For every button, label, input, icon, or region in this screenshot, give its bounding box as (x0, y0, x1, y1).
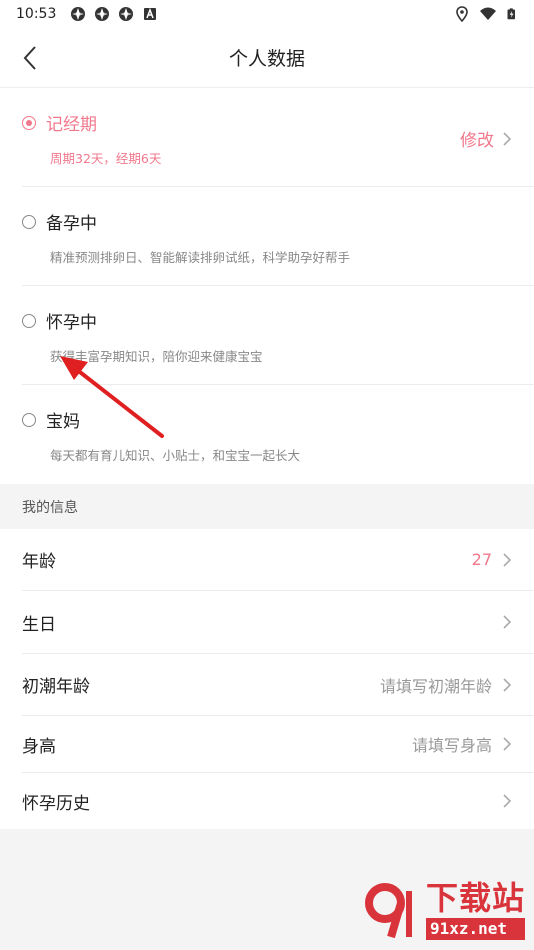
info-row-birthday[interactable]: 生日 (22, 591, 534, 654)
option-title: 宝妈 (46, 412, 80, 432)
status-option-preparing[interactable]: 备孕中 精准预测排卵日、智能解读排卵试纸，科学助孕好帮手 (22, 187, 534, 286)
status-time: 10:53 (16, 6, 57, 22)
option-desc: 每天都有育儿知识、小贴士，和宝宝一起长大 (50, 448, 301, 463)
option-title: 记经期 (46, 115, 97, 135)
radio-icon[interactable] (22, 214, 36, 229)
back-button[interactable] (14, 42, 46, 74)
option-desc: 获得丰富孕期知识，陪你迎来健康宝宝 (50, 349, 263, 364)
watermark-logo-icon (362, 880, 422, 940)
chevron-left-icon (23, 46, 36, 70)
chevron-right-icon (503, 737, 512, 751)
chevron-right-icon (503, 794, 512, 808)
status-option-period[interactable]: 记经期 周期32天，经期6天 修改 (22, 88, 534, 187)
info-label: 年龄 (22, 552, 56, 572)
info-row-menarche-age[interactable]: 初潮年龄 请填写初潮年龄 (22, 654, 534, 716)
status-options: 记经期 周期32天，经期6天 修改 备孕中 精准预测排卵日、智能解读排卵试纸，科… (0, 88, 534, 484)
info-value: 请填写初潮年龄 (379, 676, 492, 696)
status-option-pregnant[interactable]: 怀孕中 获得丰富孕期知识，陪你迎来健康宝宝 (22, 286, 534, 385)
keyboard-notification-icon (144, 7, 157, 20)
app-notification-icon (71, 7, 86, 21)
location-icon (456, 6, 468, 22)
info-label: 生日 (22, 614, 56, 635)
modify-label: 修改 (460, 131, 494, 151)
radio-icon[interactable] (22, 412, 36, 427)
info-row-age[interactable]: 年龄 27 (22, 529, 534, 591)
info-label: 怀孕历史 (22, 793, 90, 814)
page-header: 个人数据 (0, 28, 534, 88)
chevron-right-icon (503, 615, 512, 629)
app-notification-icon (95, 7, 110, 21)
watermark-domain: 91xz.net (426, 918, 526, 940)
wifi-icon (480, 7, 496, 20)
option-title: 备孕中 (46, 214, 97, 234)
page-title: 个人数据 (228, 48, 305, 70)
chevron-right-icon (503, 552, 512, 567)
info-value: 27 (471, 550, 492, 569)
my-info-list: 年龄 27 生日 初潮年龄 请填写初潮年龄 身高 请填写身高 怀孕历史 (0, 529, 534, 829)
info-label: 初潮年龄 (22, 677, 90, 697)
status-bar: 10:53 (0, 0, 534, 28)
option-title: 怀孕中 (46, 313, 97, 333)
app-notification-icon (119, 7, 134, 21)
info-row-height[interactable]: 身高 请填写身高 (22, 716, 534, 773)
modify-button[interactable]: 修改 (460, 126, 512, 151)
option-desc: 精准预测排卵日、智能解读排卵试纸，科学助孕好帮手 (50, 250, 351, 265)
chevron-right-icon (503, 677, 512, 692)
section-header-my-info: 我的信息 (0, 484, 534, 529)
chevron-right-icon (503, 131, 512, 146)
battery-icon (507, 8, 515, 20)
info-row-pregnancy-history[interactable]: 怀孕历史 (22, 773, 534, 829)
radio-icon[interactable] (22, 313, 36, 328)
status-option-mom[interactable]: 宝妈 每天都有育儿知识、小贴士，和宝宝一起长大 (22, 385, 534, 484)
watermark-brand: 下载站 (426, 879, 526, 917)
radio-selected-icon[interactable] (22, 115, 36, 130)
info-label: 身高 (22, 736, 56, 757)
info-value: 请填写身高 (411, 736, 492, 755)
watermark: 下载站 91xz.net (356, 870, 534, 950)
